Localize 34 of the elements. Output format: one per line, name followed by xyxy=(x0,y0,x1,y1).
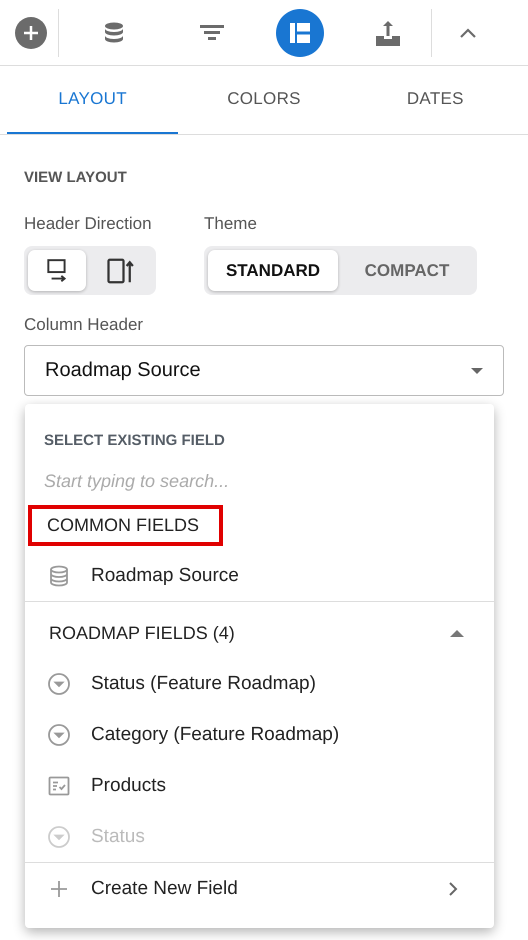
checklist-icon xyxy=(47,774,71,798)
field-option[interactable]: Roadmap Source xyxy=(25,550,494,601)
field-option[interactable]: Status (Feature Roadmap) xyxy=(25,658,494,709)
dropdown-circle-icon xyxy=(47,672,71,696)
chevron-up-icon xyxy=(459,26,477,38)
horizontal-header-button[interactable] xyxy=(28,250,86,291)
board-layout-icon xyxy=(288,20,312,44)
dropdown-arrow-icon xyxy=(471,368,483,374)
group-label: ROADMAP FIELDS (4) xyxy=(48,622,236,645)
add-icon xyxy=(14,16,48,50)
menu-title: SELECT EXISTING FIELD xyxy=(43,432,226,449)
tab[interactable]: LAYOUT xyxy=(7,66,178,134)
theme-option[interactable]: STANDARD xyxy=(208,250,338,291)
theme-option[interactable]: COMPACT xyxy=(342,250,472,291)
create-field-option[interactable]: Create New Field xyxy=(25,863,494,914)
dropdown-circle-icon xyxy=(47,824,71,848)
database-icon xyxy=(47,564,71,588)
filter-icon xyxy=(200,24,224,40)
chevron-right-icon xyxy=(448,880,458,896)
field-label: Header Direction xyxy=(24,214,153,234)
column-header-select[interactable]: Roadmap Source xyxy=(24,345,504,396)
tab[interactable]: COLORS xyxy=(178,66,350,134)
panel-arrow-icon xyxy=(106,256,136,286)
collapse-arrow-icon[interactable] xyxy=(450,630,464,636)
field-label: Column Header xyxy=(24,315,144,335)
field-option[interactable]: Products xyxy=(25,760,494,811)
field-label: Theme xyxy=(204,214,258,234)
dropdown-circle-icon xyxy=(47,722,71,746)
tab[interactable]: DATES xyxy=(350,66,521,134)
upload-icon xyxy=(376,20,400,46)
field-option[interactable]: Category (Feature Roadmap) xyxy=(25,709,494,760)
database-icon xyxy=(102,20,126,44)
section-title: VIEW LAYOUT xyxy=(24,169,128,186)
group-label: COMMON FIELDS xyxy=(28,504,224,546)
